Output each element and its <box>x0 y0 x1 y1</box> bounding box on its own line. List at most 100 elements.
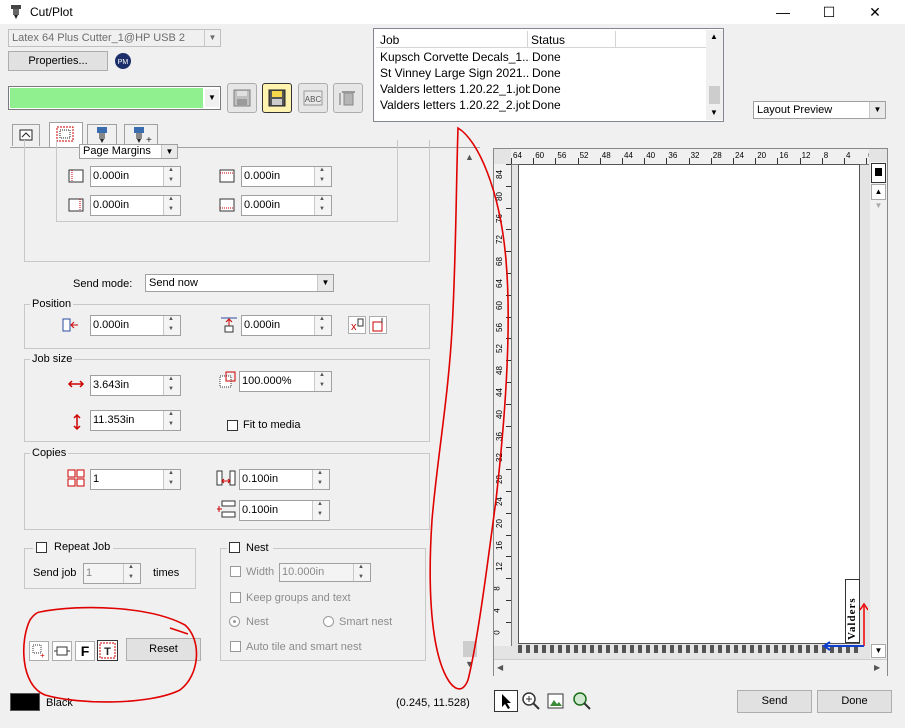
text-frame-button[interactable]: T <box>97 640 118 661</box>
left-ruler-mark <box>506 534 511 536</box>
column-header-status[interactable]: Status <box>527 31 616 48</box>
scroll-down-icon[interactable]: ▼ <box>710 108 718 117</box>
scroll-top-button[interactable] <box>871 163 886 183</box>
fit-to-media-checkbox[interactable] <box>227 420 238 431</box>
left-ruler-label: 56 <box>494 322 504 332</box>
left-ruler-label: 0 <box>494 630 502 634</box>
reset-position-button[interactable]: x <box>348 316 366 334</box>
scroll-up-icon[interactable]: ▲ <box>871 184 886 200</box>
position-x-field[interactable]: 0.000in <box>90 315 181 336</box>
nest-checkbox[interactable] <box>229 542 240 553</box>
top-ruler-label: 24 <box>735 151 744 160</box>
left-ruler-label: 76 <box>494 213 504 223</box>
close-button[interactable]: ✕ <box>852 0 898 24</box>
select-tool-button[interactable] <box>494 690 518 712</box>
keep-groups-checkbox[interactable] <box>230 592 241 603</box>
scroll-right-icon[interactable]: ▶ <box>874 663 880 672</box>
repeat-job-checkbox[interactable] <box>36 542 47 553</box>
scale-field[interactable]: 100.000% <box>239 371 332 392</box>
save-as-preset-button[interactable] <box>262 83 292 113</box>
copies-count-field[interactable]: 1 <box>90 469 181 490</box>
width-arrow-icon <box>67 380 85 388</box>
left-ruler-label: 4 <box>494 608 502 612</box>
svg-text:+: + <box>40 651 45 660</box>
delete-preset-button[interactable] <box>333 83 363 113</box>
done-button[interactable]: Done <box>817 690 892 713</box>
job-row-2-name[interactable]: St Vinney Large Sign 2021... <box>380 66 530 80</box>
vertical-spacing-field[interactable]: 0.100in <box>239 500 330 521</box>
right-margin-field[interactable]: 0.000in <box>90 195 181 216</box>
column-header-job[interactable]: Job <box>376 31 528 48</box>
minimize-button[interactable]: — <box>760 0 806 24</box>
horizontal-spacing-field[interactable]: 0.100in <box>239 469 330 490</box>
preview-horizontal-scrollbar[interactable]: ◀ ▶ <box>494 659 887 676</box>
smart-nest-radio[interactable] <box>323 616 334 627</box>
scroll-up-icon[interactable]: ▲ <box>710 32 718 41</box>
nest-width-field[interactable]: 10.000in <box>279 563 371 582</box>
scroll-left-icon[interactable]: ◀ <box>497 663 503 672</box>
top-ruler-label: 16 <box>779 151 789 160</box>
top-margin-field[interactable]: 0.000in <box>241 166 332 187</box>
scroll-thumb[interactable] <box>463 641 477 657</box>
scroll-up-icon[interactable]: ▲ <box>465 152 474 162</box>
weed-lines-button[interactable] <box>52 641 72 661</box>
pm-icon[interactable]: PM <box>114 52 132 70</box>
nest-radio-label: Nest <box>246 616 269 628</box>
color-preset-select[interactable]: ▼ <box>8 86 221 110</box>
top-ruler-label: 48 <box>601 151 611 160</box>
save-preset-button[interactable] <box>227 83 257 113</box>
set-origin-button[interactable] <box>369 316 387 334</box>
fit-page-button[interactable] <box>545 690 567 712</box>
left-ruler-mark <box>506 229 511 231</box>
send-button[interactable]: Send <box>737 690 812 713</box>
send-mode-label: Send mode: <box>73 278 133 290</box>
margins-mode-value: Page Margins <box>83 145 151 157</box>
job-height-field[interactable]: 11.353in <box>90 410 181 431</box>
zoom-tool-button[interactable] <box>520 690 542 712</box>
repeat-count-field[interactable]: 1 <box>83 563 141 584</box>
nest-radio[interactable] <box>229 616 240 627</box>
f-button[interactable]: F <box>75 641 95 661</box>
scroll-thumb[interactable] <box>709 86 720 104</box>
device-select[interactable]: Latex 64 Plus Cutter_1@HP USB 2 ▼ <box>8 29 221 47</box>
left-ruler-mark <box>506 382 511 383</box>
reset-button[interactable]: Reset <box>126 638 201 661</box>
nest-width-checkbox[interactable] <box>230 566 241 577</box>
height-arrow-icon <box>73 413 81 431</box>
settings-scrollbar[interactable]: ▲ ▼ <box>461 148 479 669</box>
position-y-field[interactable]: 0.000in <box>241 315 332 336</box>
job-row-4-name[interactable]: Valders letters 1.20.22_2.job <box>380 98 530 112</box>
smart-nest-label: Smart nest <box>339 616 393 628</box>
job-row-3-name[interactable]: Valders letters 1.20.22_1.job <box>380 82 530 96</box>
auto-tile-checkbox[interactable] <box>230 641 241 652</box>
maximize-button[interactable]: ☐ <box>806 0 852 24</box>
margins-mode-select[interactable]: Page Margins ▼ <box>79 144 178 159</box>
preview-vertical-scrollbar[interactable]: ▲ ▼ ▼ <box>870 162 887 659</box>
fit-page-icon <box>547 693 564 709</box>
left-ruler-mark <box>506 294 511 296</box>
zoom-fit-button[interactable] <box>570 690 592 712</box>
scroll-down-icon[interactable]: ▼ <box>871 644 886 658</box>
left-ruler-mark <box>506 273 511 274</box>
color-swatch[interactable] <box>10 693 40 711</box>
bottom-margin-field[interactable]: 0.000in <box>241 195 332 216</box>
reset-position-icon: x <box>351 318 364 333</box>
scroll-down-small-icon[interactable]: ▼ <box>871 201 886 215</box>
weed-box-button[interactable]: + <box>29 641 49 661</box>
job-list[interactable]: Job Status Kupsch Corvette Decals_1... D… <box>373 28 724 122</box>
zoom-fit-icon <box>573 692 591 710</box>
send-mode-select[interactable]: Send now ▼ <box>145 274 334 292</box>
job-width-field[interactable]: 3.643in <box>90 375 181 396</box>
job-row-1-name[interactable]: Kupsch Corvette Decals_1... <box>380 50 530 64</box>
rename-preset-button[interactable]: ABC <box>298 83 328 113</box>
left-ruler-label: 40 <box>494 409 504 419</box>
properties-button[interactable]: Properties... <box>8 51 108 71</box>
left-margin-field[interactable]: 0.000in <box>90 166 181 187</box>
arrow-cursor-icon <box>502 694 511 709</box>
abc-icon: ABC <box>303 90 323 106</box>
scroll-down-icon[interactable]: ▼ <box>465 659 474 669</box>
job-list-scrollbar[interactable]: ▲ ▼ <box>706 30 723 120</box>
left-ruler-mark <box>506 469 511 471</box>
media-area[interactable] <box>518 164 860 644</box>
preview-mode-select[interactable]: Layout Preview ▼ <box>753 101 886 119</box>
